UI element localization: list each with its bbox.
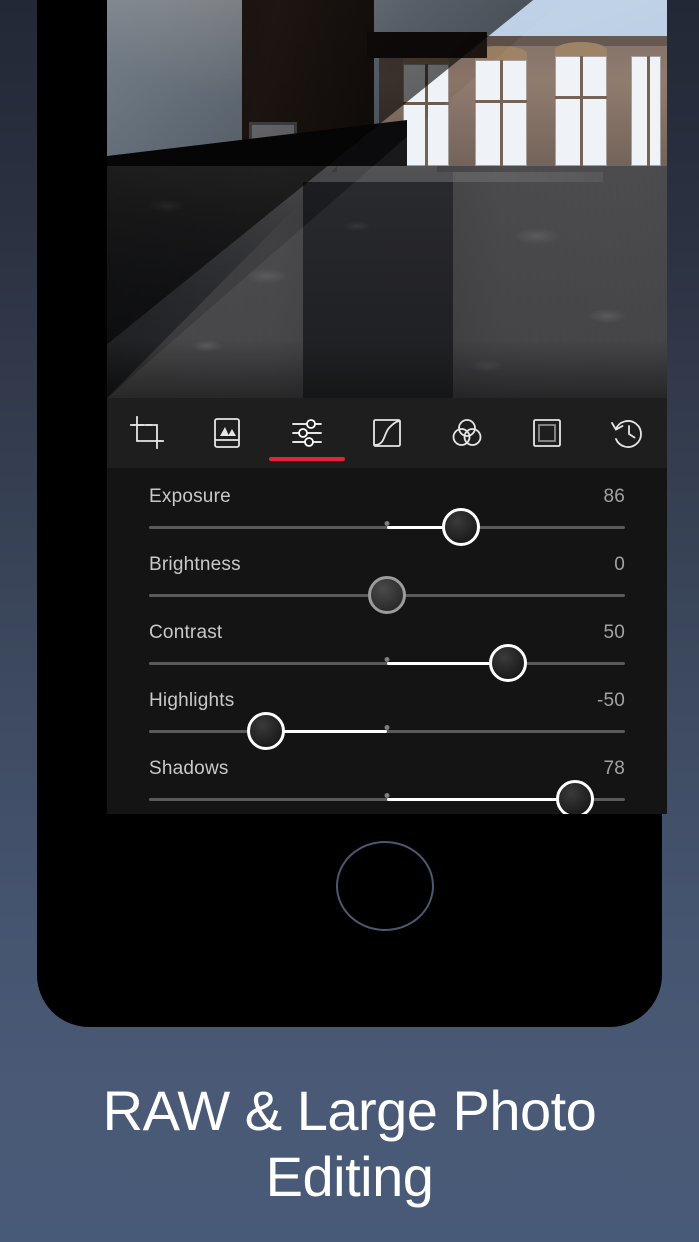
slider-row-contrast[interactable]: Contrast 50 [149, 604, 625, 682]
tab-adjust[interactable] [267, 398, 347, 468]
history-icon [607, 413, 647, 453]
phone-screen: Exposure 86 Brightness 0 Contrast 50 Hig… [107, 0, 667, 814]
curves-icon [367, 413, 407, 453]
slider-label: Shadows [149, 758, 229, 779]
photo-window-transom [403, 102, 449, 105]
slider-label: Contrast [149, 622, 223, 643]
slider-value: 0 [614, 554, 625, 575]
frame-icon [527, 413, 567, 453]
slider-label: Brightness [149, 554, 241, 575]
slider-row-highlights[interactable]: Highlights -50 [149, 672, 625, 750]
tab-color[interactable] [427, 398, 507, 468]
adjust-icon [287, 413, 327, 453]
home-button[interactable] [336, 841, 434, 931]
tab-frame[interactable] [507, 398, 587, 468]
tab-crop[interactable] [107, 398, 187, 468]
adjustments-panel: Exposure 86 Brightness 0 Contrast 50 Hig… [107, 468, 667, 814]
promo-caption: RAW & Large Photo Editing [0, 1078, 699, 1210]
photo-preview[interactable] [107, 0, 667, 398]
slider-value: 78 [603, 758, 625, 779]
caption-line-2: Editing [265, 1145, 434, 1209]
slider-row-shadows[interactable]: Shadows 78 [149, 740, 625, 814]
presets-icon [207, 413, 247, 453]
slider-fill [387, 798, 576, 801]
slider-center-marker [384, 793, 390, 798]
slider-label: Highlights [149, 690, 235, 711]
slider-center-marker [384, 521, 390, 526]
slider-row-brightness[interactable]: Brightness 0 [149, 536, 625, 614]
caption-line-1: RAW & Large Photo [102, 1079, 597, 1142]
slider-value: -50 [596, 690, 625, 711]
active-tab-indicator [269, 457, 345, 461]
tab-presets[interactable] [187, 398, 267, 468]
slider-center-marker [384, 725, 390, 730]
slider-thumb[interactable] [556, 780, 595, 814]
crop-icon [127, 413, 167, 453]
slider-center-marker [384, 657, 390, 662]
slider-value: 50 [603, 622, 625, 643]
slider-row-exposure[interactable]: Exposure 86 [149, 468, 625, 546]
phone-device: Exposure 86 Brightness 0 Contrast 50 Hig… [37, 0, 667, 1027]
tab-curves[interactable] [347, 398, 427, 468]
slider-value: 86 [603, 486, 625, 507]
slider-track[interactable] [149, 730, 625, 733]
slider-label: Exposure [149, 486, 231, 507]
tab-history[interactable] [587, 398, 667, 468]
color-mixer-icon [447, 413, 487, 453]
edit-tool-toolbar [107, 398, 667, 468]
